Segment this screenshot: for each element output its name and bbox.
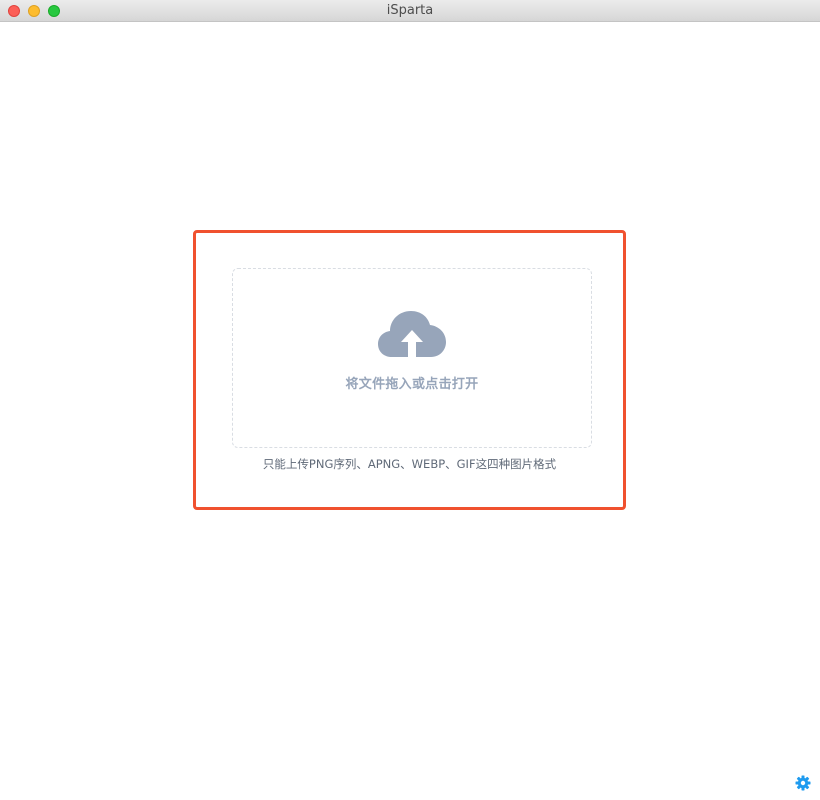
file-drop-zone[interactable]: 将文件拖入或点击打开 — [232, 268, 592, 448]
gear-icon[interactable] — [795, 775, 811, 791]
upload-panel: 将文件拖入或点击打开 只能上传PNG序列、APNG、WEBP、GIF这四种图片格… — [193, 230, 626, 510]
title-bar[interactable]: iSparta — [0, 0, 820, 22]
drop-label: 将文件拖入或点击打开 — [345, 377, 479, 392]
cloud-upload-icon — [378, 311, 446, 359]
app-window: iSparta 将文件拖入或点击打开 只能上传PNG序列、APNG、WEBP、G… — [0, 0, 820, 800]
format-hint: 只能上传PNG序列、APNG、WEBP、GIF这四种图片格式 — [262, 457, 557, 471]
window-title: iSparta — [386, 3, 434, 18]
